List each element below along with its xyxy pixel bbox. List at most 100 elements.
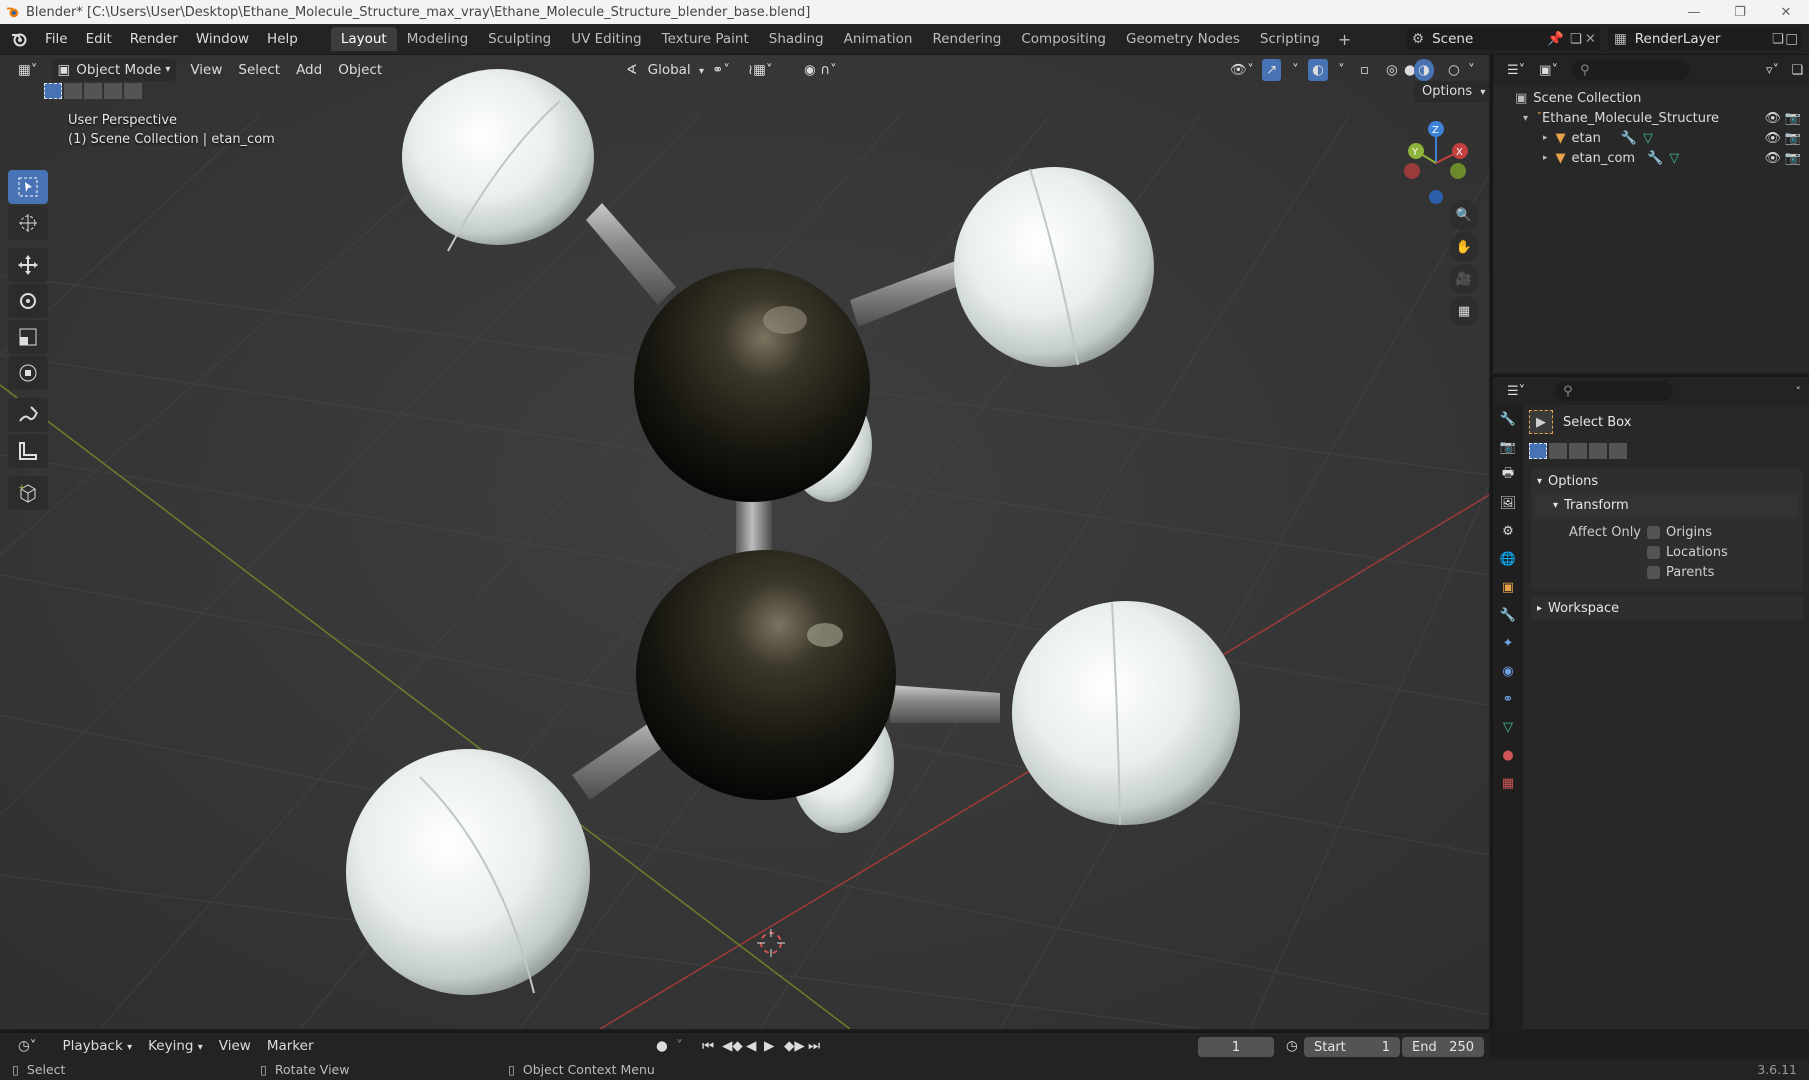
menu-help[interactable]: Help — [258, 28, 307, 50]
move-tool[interactable] — [8, 248, 48, 282]
outliner-search-input[interactable]: ⚲ — [1571, 60, 1690, 80]
tab-shading[interactable]: Shading — [759, 27, 834, 51]
tab-uv-editing[interactable]: UV Editing — [561, 27, 651, 51]
tab-material[interactable]: ● — [1493, 741, 1523, 769]
render-camera-icon[interactable]: 📷 — [1785, 111, 1801, 126]
tab-view-layer[interactable]: 🖼 — [1493, 489, 1523, 517]
tab-scripting[interactable]: Scripting — [1250, 27, 1330, 51]
carbon-atom[interactable] — [634, 268, 870, 502]
subtract-selection-icon[interactable] — [84, 83, 102, 99]
hydrogen-atom[interactable] — [346, 749, 590, 995]
delete-scene-icon[interactable]: ✕ — [1585, 31, 1596, 47]
snap-icon[interactable]: ≀▦˅ — [740, 59, 781, 81]
intersect-selection-icon[interactable] — [1609, 443, 1627, 459]
workspace-panel-header[interactable]: ▸ Workspace — [1531, 595, 1803, 621]
outliner-editor-icon[interactable]: ☰˅ — [1507, 63, 1525, 78]
proportional-editing-icon[interactable]: ◉ ∩˅ — [796, 59, 845, 81]
overlays-dropdown-icon[interactable]: ˅ — [1330, 59, 1353, 81]
tab-scene[interactable]: ⚙ — [1493, 517, 1523, 545]
end-frame-field[interactable]: End 250 — [1402, 1037, 1484, 1057]
tab-modeling[interactable]: Modeling — [397, 27, 478, 51]
rotate-tool[interactable] — [8, 284, 48, 318]
transform-orientation-dropdown[interactable]: ∢ Global ▾ — [618, 59, 712, 81]
eye-icon[interactable]: 👁 — [1764, 131, 1781, 146]
gizmo-dropdown-icon[interactable]: ˅ — [1284, 59, 1307, 81]
close-window-button[interactable]: ✕ — [1763, 0, 1809, 24]
tab-constraints[interactable]: ⚭ — [1493, 685, 1523, 713]
add-cube-tool[interactable]: + — [8, 476, 48, 510]
hydrogen-atom[interactable] — [954, 167, 1154, 367]
outliner-item-etan-com[interactable]: ▸ ▼ etan_com 🔧 ▽ 👁 📷 — [1493, 148, 1809, 168]
pan-view-button[interactable]: ✋ — [1449, 232, 1479, 262]
camera-view-button[interactable]: 🎥 — [1449, 264, 1479, 294]
tab-object[interactable]: ▣ — [1493, 573, 1523, 601]
tab-modifiers[interactable]: 🔧 — [1493, 601, 1523, 629]
view-layer-selector[interactable]: ▦ RenderLayer ❏ □ — [1608, 28, 1802, 50]
tab-tool[interactable]: 🔧 — [1493, 405, 1523, 433]
start-frame-field[interactable]: Start 1 — [1304, 1037, 1400, 1057]
transform-subpanel-header[interactable]: ▾ Transform — [1535, 493, 1799, 517]
chevron-down-icon[interactable]: ˅ — [1796, 385, 1802, 398]
expand-arrow-icon[interactable]: ▸ — [1543, 153, 1548, 163]
restore-button[interactable]: ❐ — [1717, 0, 1763, 24]
intersect-selection-icon[interactable] — [124, 83, 142, 99]
expand-arrow-icon[interactable]: ▸ — [1543, 133, 1548, 143]
select-box-tool[interactable] — [8, 170, 48, 204]
tab-layout[interactable]: Layout — [330, 27, 397, 51]
parents-checkbox-row[interactable]: Parents — [1647, 565, 1714, 580]
tab-data[interactable]: ▽ — [1493, 713, 1523, 741]
pivot-point-icon[interactable]: ⚭˅ — [704, 59, 738, 81]
invert-selection-icon[interactable] — [1589, 443, 1607, 459]
tab-physics[interactable]: ◉ — [1493, 657, 1523, 685]
hydrogen-atom[interactable] — [1012, 601, 1240, 825]
locations-checkbox[interactable] — [1647, 546, 1660, 559]
3d-viewport[interactable]: ▦˅ ▣ Object Mode ▾ View Select Add Objec… — [0, 55, 1489, 1029]
properties-editor-icon[interactable]: ☰˅ — [1507, 384, 1525, 399]
new-collection-icon[interactable]: ❏ — [1791, 63, 1803, 78]
origins-checkbox-row[interactable]: Origins — [1647, 525, 1712, 540]
viewport-options-dropdown[interactable]: Options ▾ — [1414, 81, 1489, 103]
tab-particles[interactable]: ✦ — [1493, 629, 1523, 657]
eye-icon[interactable]: 👁 — [1764, 151, 1781, 166]
display-mode-icon[interactable]: ▣˅ — [1539, 63, 1558, 78]
minimize-button[interactable]: — — [1671, 0, 1717, 24]
locations-checkbox-row[interactable]: Locations — [1647, 545, 1728, 560]
xray-icon[interactable]: ▫ — [1352, 59, 1377, 81]
tab-animation[interactable]: Animation — [834, 27, 923, 51]
outliner-scene-collection[interactable]: ▣ Scene Collection — [1493, 88, 1809, 108]
tab-geometry-nodes[interactable]: Geometry Nodes — [1116, 27, 1250, 51]
gizmo-toggle-icon[interactable]: ↗ — [1262, 59, 1282, 81]
outliner-item-etan[interactable]: ▸ ▼ etan 🔧 ▽ 👁 📷 — [1493, 128, 1809, 148]
cursor-tool[interactable] — [8, 206, 48, 240]
render-camera-icon[interactable]: 📷 — [1785, 151, 1801, 166]
render-camera-icon[interactable]: 📷 — [1785, 131, 1801, 146]
preview-range-icon[interactable]: ◷ — [1278, 1035, 1306, 1057]
extend-selection-icon[interactable] — [64, 83, 82, 99]
menu-render[interactable]: Render — [121, 28, 187, 50]
new-scene-icon[interactable]: ❏ — [1570, 31, 1582, 47]
set-new-selection-icon[interactable] — [44, 83, 62, 99]
zoom-view-button[interactable]: 🔍 — [1449, 200, 1479, 230]
tab-compositing[interactable]: Compositing — [1011, 27, 1116, 51]
remove-layer-icon[interactable]: □ — [1785, 31, 1798, 47]
annotate-tool[interactable] — [8, 398, 48, 432]
menu-select[interactable]: Select — [230, 59, 288, 81]
tab-texture-paint[interactable]: Texture Paint — [652, 27, 759, 51]
menu-add[interactable]: Add — [288, 59, 330, 81]
shading-dropdown-icon[interactable]: ˅ — [1460, 59, 1483, 81]
menu-object[interactable]: Object — [330, 59, 390, 81]
visibility-icon[interactable]: 👁˅ — [1222, 59, 1262, 81]
invert-selection-icon[interactable] — [104, 83, 122, 99]
subtract-selection-icon[interactable] — [1569, 443, 1587, 459]
jump-to-end-icon[interactable]: ⏭ — [800, 1035, 828, 1057]
mode-dropdown[interactable]: ▣ Object Mode ▾ — [51, 59, 177, 81]
current-frame-field[interactable]: 1 — [1198, 1037, 1274, 1057]
measure-tool[interactable] — [8, 434, 48, 468]
hydrogen-atom[interactable] — [402, 69, 594, 245]
transform-tool[interactable] — [8, 356, 48, 390]
expand-arrow-icon[interactable]: ▾ — [1523, 113, 1528, 124]
tab-world[interactable]: 🌐 — [1493, 545, 1523, 573]
auto-keying-dropdown-icon[interactable]: ˅ — [668, 1035, 691, 1057]
keying-menu[interactable]: Keying ▾ — [140, 1035, 211, 1057]
tab-texture[interactable]: ▦ — [1493, 769, 1523, 797]
